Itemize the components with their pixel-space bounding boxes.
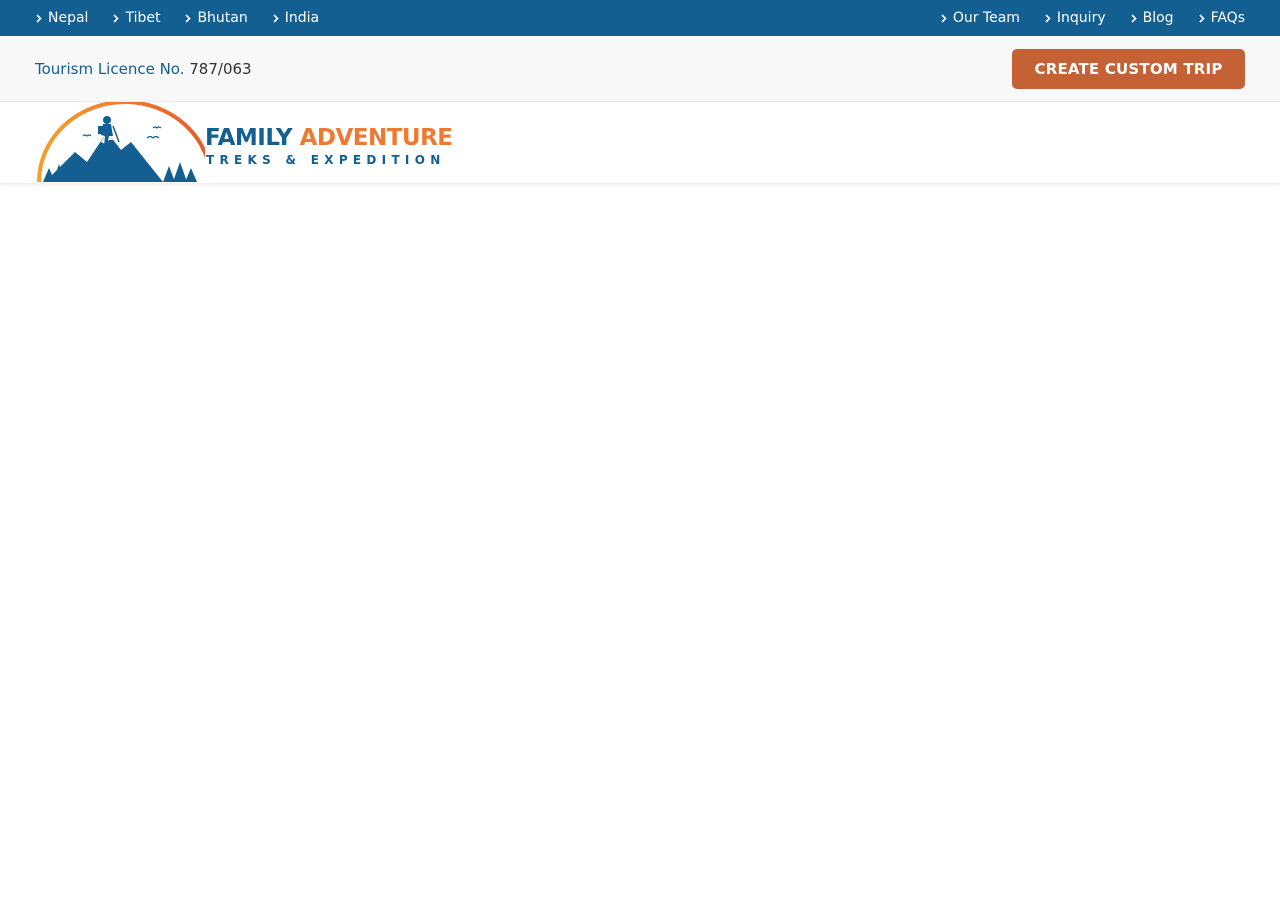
nav-link-blog[interactable]: Blog (1130, 10, 1174, 26)
nav-link-label: Inquiry (1056, 10, 1106, 26)
create-custom-trip-button[interactable]: CREATE CUSTOM TRIP (1012, 48, 1245, 89)
site-logo[interactable]: FAMILY ADVENTURE TREKS & EXPEDITION (35, 102, 453, 184)
top-bar: Nepal Tibet Bhutan India Our Team Inquir… (0, 0, 1280, 36)
region-nav-item-tibet: Tibet (112, 10, 160, 26)
chevron-right-icon (1198, 13, 1206, 23)
nav-link-our-team[interactable]: Our Team (940, 10, 1020, 26)
nav-link-tibet[interactable]: Tibet (112, 10, 160, 26)
chevron-right-icon (184, 13, 192, 23)
region-nav: Nepal Tibet Bhutan India (35, 10, 343, 26)
utility-nav-item-blog: Blog (1130, 10, 1174, 26)
logo-tagline: TREKS & EXPEDITION (206, 153, 446, 167)
logo-word-adventure: ADVENTURE (299, 125, 453, 151)
chevron-right-icon (272, 13, 280, 23)
chevron-right-icon (112, 13, 120, 23)
nav-link-label: Our Team (952, 10, 1020, 26)
logo-word-family: FAMILY (205, 125, 300, 151)
chevron-right-icon (1044, 13, 1052, 23)
region-nav-item-bhutan: Bhutan (184, 10, 248, 26)
nav-link-nepal[interactable]: Nepal (35, 10, 88, 26)
info-bar: Tourism Licence No. 787/063 CREATE CUSTO… (0, 36, 1280, 102)
chevron-right-icon (35, 13, 43, 23)
nav-link-label: FAQs (1210, 10, 1245, 26)
utility-nav-item-inquiry: Inquiry (1044, 10, 1106, 26)
utility-nav-item-our-team: Our Team (940, 10, 1020, 26)
region-nav-item-nepal: Nepal (35, 10, 88, 26)
utility-nav: Our Team Inquiry Blog FAQs (916, 10, 1245, 26)
licence-number: 787/063 (189, 59, 252, 78)
utility-nav-item-faqs: FAQs (1198, 10, 1245, 26)
nav-link-label: Tibet (125, 10, 161, 26)
nav-link-india[interactable]: India (272, 10, 319, 26)
chevron-right-icon (1130, 13, 1138, 23)
nav-link-inquiry[interactable]: Inquiry (1044, 10, 1106, 26)
main-content (0, 184, 1280, 900)
nav-link-bhutan[interactable]: Bhutan (184, 10, 248, 26)
site-header: FAMILY ADVENTURE TREKS & EXPEDITION (0, 102, 1280, 184)
logo-wordmark: FAMILY ADVENTURE (205, 124, 453, 152)
mountain-hiker-emblem-icon (37, 102, 205, 183)
licence-label: Tourism Licence No. (35, 59, 185, 78)
tourism-licence: Tourism Licence No. 787/063 (35, 60, 252, 78)
nav-link-label: Bhutan (197, 10, 248, 26)
nav-link-label: Blog (1142, 10, 1174, 26)
nav-link-label: Nepal (48, 10, 89, 26)
nav-link-faqs[interactable]: FAQs (1198, 10, 1245, 26)
nav-link-label: India (284, 10, 320, 26)
region-nav-item-india: India (272, 10, 319, 26)
chevron-right-icon (940, 13, 948, 23)
